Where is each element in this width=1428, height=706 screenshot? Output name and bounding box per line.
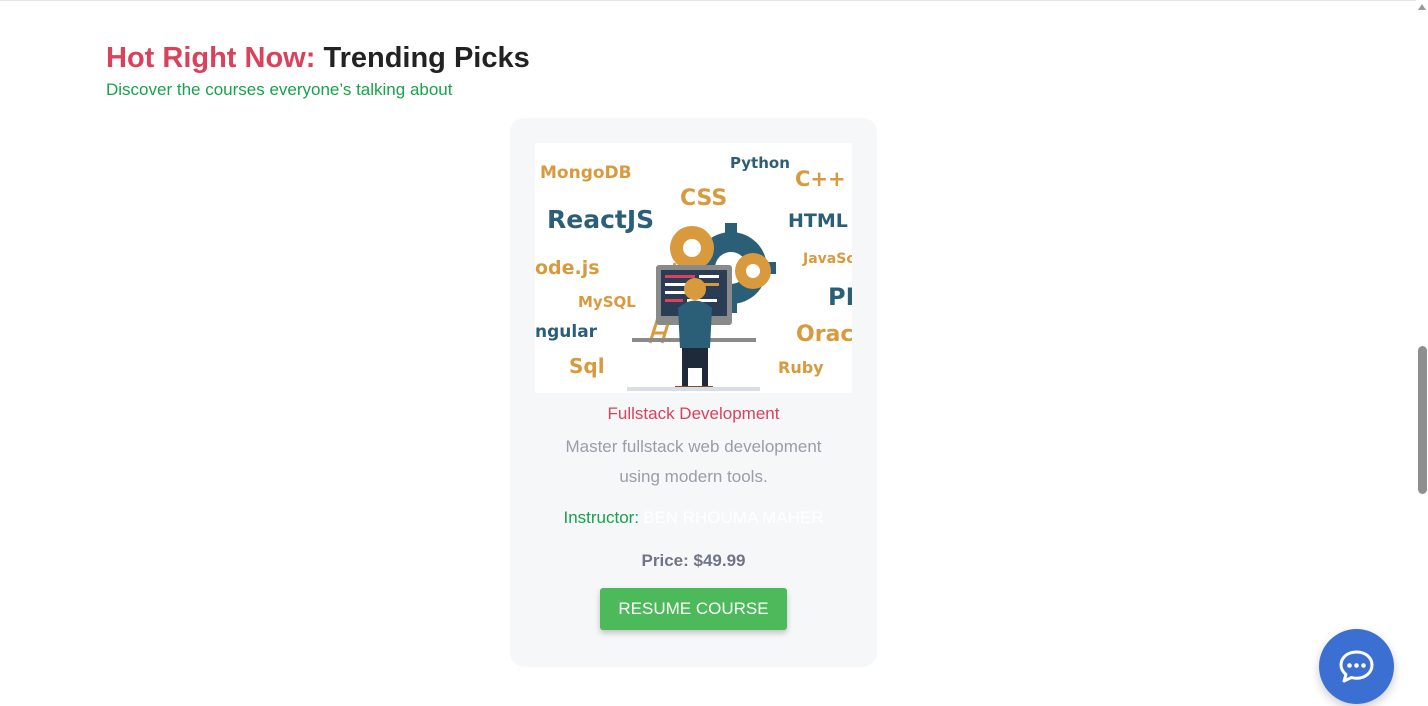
course-description: Master fullstack web development using m… [565, 437, 822, 486]
section-subheading: Discover the courses everyone’s talking … [106, 80, 453, 99]
course-title[interactable]: Fullstack Development [510, 404, 877, 424]
word-sql: Sql [569, 354, 605, 378]
word-mysql: MySQL [578, 293, 636, 311]
course-instructor: Instructor: BEN RHOUMA MAHER [510, 508, 877, 528]
chat-bubble-icon [1339, 650, 1374, 683]
resume-course-button[interactable]: RESUME COURSE [600, 588, 787, 630]
word-ruby: Ruby [778, 358, 824, 377]
course-card[interactable]: MongoDB Python C++ CSS ReactJS HTML ode.… [510, 118, 877, 667]
course-illustration: MongoDB Python C++ CSS ReactJS HTML ode.… [535, 154, 852, 391]
word-php: PH [828, 283, 852, 311]
word-html: HTML [788, 210, 848, 232]
word-nodejs: ode.js [535, 257, 600, 279]
word-angular: ngular [535, 322, 598, 342]
word-css: CSS [680, 186, 727, 211]
instructor-label: Instructor: [563, 508, 640, 527]
word-python: Python [730, 154, 790, 172]
course-thumbnail: MongoDB Python C++ CSS ReactJS HTML ode.… [535, 143, 852, 393]
scroll-thumb[interactable] [1418, 346, 1427, 494]
course-price: Price: $49.99 [641, 551, 746, 570]
word-reactjs: ReactJS [547, 205, 654, 234]
heading-rest: Trending Picks [323, 42, 530, 74]
scroll-up-arrow-icon[interactable] [1418, 4, 1426, 10]
word-mongodb: MongoDB [540, 163, 632, 183]
section-heading: Hot Right Now: Trending Picks [106, 42, 530, 75]
heading-highlight: Hot Right Now: [106, 42, 316, 74]
word-cpp: C++ [795, 167, 846, 191]
page-scrollbar[interactable] [1416, 0, 1428, 706]
word-javascript: JavaSc [802, 251, 852, 267]
chat-button[interactable] [1319, 629, 1394, 704]
instructor-name: BEN RHOUMA MAHER [643, 508, 824, 527]
word-oracle: Oracl [796, 322, 852, 347]
top-border [0, 0, 1416, 1]
